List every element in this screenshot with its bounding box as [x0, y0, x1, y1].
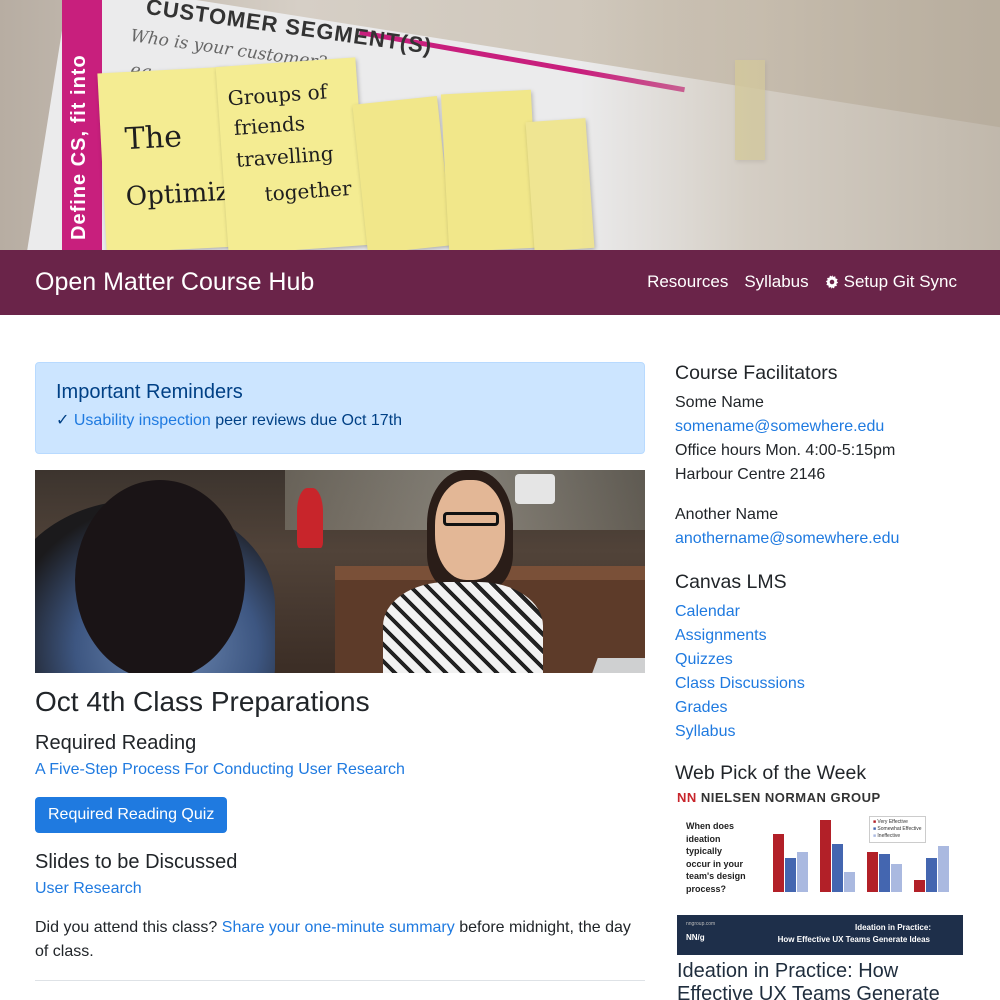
chart-bar	[891, 864, 902, 892]
webpick-question: When does ideation typically occur in yo…	[686, 821, 746, 894]
photo-woman-face	[435, 480, 505, 580]
main-column: Important Reminders ✓ Usability inspecti…	[35, 362, 645, 981]
lms-assignments-link[interactable]: Assignments	[675, 624, 965, 648]
webpick-legend: ■ Very Effective ■ Somewhat Effective ■ …	[869, 816, 926, 843]
webpick-title[interactable]: Ideation in Practice: How Effective UX T…	[677, 960, 967, 1000]
lms-section: Canvas LMS Calendar Assignments Quizzes …	[675, 571, 965, 744]
webpick-footer-title: Ideation in Practice:	[854, 923, 931, 932]
legend-item: ■ Somewhat Effective	[873, 826, 922, 832]
class-prep: Oct 4th Class Preparations Required Read…	[35, 686, 645, 981]
photo-coffee-machine	[515, 474, 555, 504]
sticky-note-text: The	[123, 119, 183, 158]
sticky-note-text: Groups of	[226, 79, 328, 111]
setup-git-sync-label: Setup Git Sync	[843, 272, 957, 291]
nng-logo: NN	[677, 790, 697, 805]
reading-heading: Required Reading	[35, 732, 197, 754]
legend-item: ■ Very Effective	[873, 819, 908, 825]
divider	[35, 980, 645, 981]
check-icon: ✓	[56, 412, 70, 429]
attend-prefix: Did you attend this class?	[35, 919, 222, 936]
webpick-footer: nngroup.com NN/g Ideation in Practice: H…	[677, 915, 963, 955]
chart-bar	[844, 872, 855, 892]
sticky-note: The Optimizer	[97, 66, 258, 250]
legend-label: Very Effective	[877, 819, 908, 825]
sticky-note: Groups of friends travelling together	[215, 57, 369, 250]
chart-bar	[832, 844, 843, 892]
hero-banner: Define CS, fit into CUSTOMER SEGMENT(S) …	[0, 0, 1000, 250]
legend-item: ■ Ineffective	[873, 833, 901, 839]
reminder-text: peer reviews due Oct 17th	[210, 412, 403, 429]
board-stripe-text: Define CS, fit into	[68, 54, 90, 240]
facilitator-room: Harbour Centre 2146	[675, 466, 826, 483]
chart-bar	[773, 834, 784, 892]
lms-calendar-link[interactable]: Calendar	[675, 600, 965, 624]
lms-syllabus-link[interactable]: Syllabus	[675, 720, 965, 744]
usability-inspection-link[interactable]: Usability inspection	[74, 412, 211, 429]
facilitator-name: Another Name	[675, 506, 779, 523]
reading-quiz-button[interactable]: Required Reading Quiz	[35, 797, 228, 833]
chart-bar	[820, 820, 831, 892]
slides-heading: Slides to be Discussed	[35, 851, 238, 873]
sticky-note-text: together	[263, 175, 353, 206]
nng-brand-name: NIELSEN NORMAN GROUP	[700, 790, 881, 805]
class-photo	[35, 470, 645, 673]
lms-discussions-link[interactable]: Class Discussions	[675, 672, 965, 696]
summary-link[interactable]: Share your one-minute summary	[222, 919, 455, 936]
legend-label: Ineffective	[877, 833, 901, 839]
sidebar: Course Facilitators Some Name somename@s…	[675, 362, 965, 791]
facilitator-hours: Office hours Mon. 4:00-5:15pm	[675, 442, 896, 459]
webpick-site: nngroup.com	[686, 921, 716, 927]
reading-link[interactable]: A Five-Step Process For Conducting User …	[35, 761, 645, 779]
chart-bar	[785, 858, 796, 892]
prep-title: Oct 4th Class Preparations	[35, 686, 370, 717]
sticky-note-text: travelling	[235, 141, 335, 172]
legend-label: Somewhat Effective	[877, 826, 922, 832]
photo-person-hair	[75, 480, 245, 673]
webpick-logo: NN/g	[686, 933, 705, 942]
nng-brand: NN NIELSEN NORMAN GROUP	[677, 790, 963, 805]
lms-heading: Canvas LMS	[675, 571, 787, 593]
nav-setup-git-sync[interactable]: Setup Git Sync	[825, 272, 957, 292]
photo-woman-body	[383, 582, 543, 673]
hero-blur	[580, 0, 1000, 250]
navbar-brand[interactable]: Open Matter Course Hub	[35, 268, 314, 297]
gear-icon	[825, 275, 838, 289]
photo-glasses	[443, 512, 499, 526]
sticky-note	[440, 89, 540, 250]
chart-bar	[797, 852, 808, 892]
photo-background-person	[297, 488, 323, 548]
lms-grades-link[interactable]: Grades	[675, 696, 965, 720]
attend-text: Did you attend this class? Share your on…	[35, 916, 645, 964]
reminders-title: Important Reminders	[56, 381, 243, 403]
nav-resources[interactable]: Resources	[647, 272, 728, 292]
nav-syllabus[interactable]: Syllabus	[744, 272, 808, 292]
lms-quizzes-link[interactable]: Quizzes	[675, 648, 965, 672]
webpick-footer-subtitle: How Effective UX Teams Generate Ideas	[777, 935, 930, 944]
chart-bar	[879, 854, 890, 892]
reminder-item: ✓ Usability inspection peer reviews due …	[56, 410, 624, 430]
chart-bar	[926, 858, 937, 892]
webpick-image[interactable]: NN NIELSEN NORMAN GROUP When does ideati…	[677, 790, 963, 955]
sticky-note	[352, 95, 453, 250]
webpick-heading: Web Pick of the Week	[675, 762, 867, 784]
facilitators-section: Course Facilitators Some Name somename@s…	[675, 362, 965, 551]
slides-link[interactable]: User Research	[35, 880, 645, 898]
navbar-links: Resources Syllabus Setup Git Sync	[647, 272, 957, 292]
chart-bar	[938, 846, 949, 892]
facilitator-email[interactable]: anothername@somewhere.edu	[675, 527, 965, 551]
facilitator-name: Some Name	[675, 394, 764, 411]
facilitators-heading: Course Facilitators	[675, 362, 838, 384]
chart-bar	[914, 880, 925, 892]
facilitator-email[interactable]: somename@somewhere.edu	[675, 415, 965, 439]
chart-bar	[867, 852, 878, 892]
sticky-note-text: friends	[233, 111, 306, 140]
photo-laptop	[592, 658, 645, 673]
navbar: Open Matter Course Hub Resources Syllabu…	[0, 250, 1000, 315]
reminders-alert: Important Reminders ✓ Usability inspecti…	[35, 362, 645, 454]
